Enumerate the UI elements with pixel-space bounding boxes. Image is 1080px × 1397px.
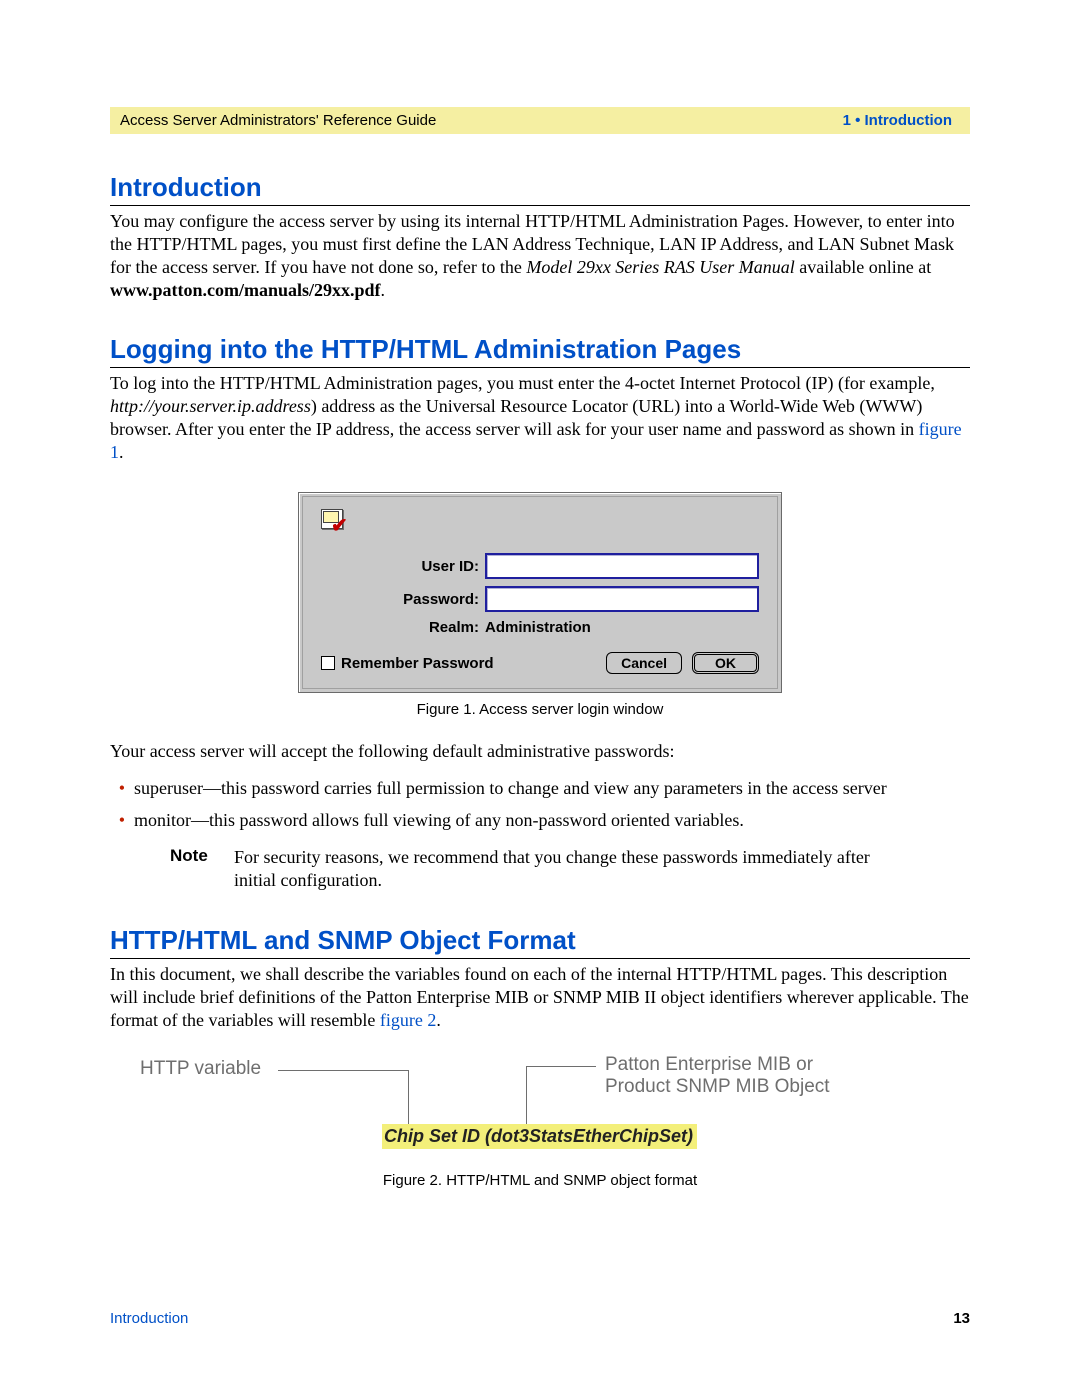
security-note: Note For security reasons, we recommend … xyxy=(170,846,970,893)
http-variable-label: HTTP variable xyxy=(140,1058,261,1080)
user-id-input[interactable] xyxy=(485,553,759,579)
heading-rule xyxy=(110,958,970,959)
connector-line xyxy=(526,1066,596,1067)
user-id-label: User ID: xyxy=(321,558,485,575)
connector-line xyxy=(278,1070,408,1071)
remember-password-label: Remember Password xyxy=(341,655,494,672)
list-item: monitor—this password allows full viewin… xyxy=(134,809,970,832)
figure-2: HTTP variable Patton Enterprise MIB or P… xyxy=(110,1054,970,1164)
default-passwords-intro: Your access server will accept the follo… xyxy=(110,740,970,763)
intro-italic: Model 29xx Series RAS User Manual xyxy=(526,257,794,277)
login-italic-url: http://your.server.ip.address xyxy=(110,396,311,416)
realm-value: Administration xyxy=(485,619,591,636)
snmp-text-b: . xyxy=(436,1010,441,1030)
page-footer: Introduction 13 xyxy=(110,1310,970,1327)
checkbox-icon xyxy=(321,656,335,670)
intro-text-b: available online at xyxy=(795,257,931,277)
password-label: Password: xyxy=(321,591,485,608)
connector-line xyxy=(408,1070,409,1126)
heading-rule xyxy=(110,205,970,206)
mib-variable-example: Chip Set ID (dot3StatsEtherChipSet) xyxy=(382,1124,697,1149)
remember-password-checkbox[interactable]: Remember Password xyxy=(321,655,494,672)
mib-object-label-line2: Product SNMP MIB Object xyxy=(605,1076,830,1097)
login-text-a: To log into the HTTP/HTML Administration… xyxy=(110,373,935,393)
footer-section: Introduction xyxy=(110,1310,188,1327)
mib-object-label-line1: Patton Enterprise MIB or xyxy=(605,1054,813,1075)
connector-line xyxy=(526,1066,527,1126)
heading-rule xyxy=(110,367,970,368)
header-chapter: 1 • Introduction xyxy=(843,112,952,129)
page-number: 13 xyxy=(953,1310,970,1327)
list-item: superuser—this password carries full per… xyxy=(134,777,970,800)
header-doc-title: Access Server Administrators' Reference … xyxy=(120,112,436,129)
default-passwords-list: superuser—this password carries full per… xyxy=(110,777,970,832)
heading-logging-in: Logging into the HTTP/HTML Administratio… xyxy=(110,334,970,365)
password-input[interactable] xyxy=(485,586,759,612)
figure-1: ✔ User ID: Password: Realm: Administrati… xyxy=(110,492,970,693)
mib-object-label: Patton Enterprise MIB or Product SNMP MI… xyxy=(605,1054,830,1098)
credentials-icon: ✔ xyxy=(321,509,349,531)
page-header: Access Server Administrators' Reference … xyxy=(110,107,970,134)
login-paragraph: To log into the HTTP/HTML Administration… xyxy=(110,372,970,464)
figure-1-caption: Figure 1. Access server login window xyxy=(110,701,970,718)
note-body: For security reasons, we recommend that … xyxy=(234,846,874,893)
figure-2-caption: Figure 2. HTTP/HTML and SNMP object form… xyxy=(110,1172,970,1189)
note-label: Note xyxy=(170,846,234,893)
figure2-link[interactable]: figure 2 xyxy=(380,1010,436,1030)
intro-text-c: . xyxy=(381,280,386,300)
snmp-text-a: In this document, we shall describe the … xyxy=(110,964,969,1030)
login-dialog: ✔ User ID: Password: Realm: Administrati… xyxy=(298,492,782,693)
intro-bold-url: www.patton.com/manuals/29xx.pdf xyxy=(110,280,381,300)
document-page: Access Server Administrators' Reference … xyxy=(0,0,1080,1397)
heading-snmp-format: HTTP/HTML and SNMP Object Format xyxy=(110,925,970,956)
login-text-c: . xyxy=(119,442,124,462)
realm-label: Realm: xyxy=(321,619,485,636)
ok-button[interactable]: OK xyxy=(692,652,759,674)
heading-introduction: Introduction xyxy=(110,172,970,203)
snmp-paragraph: In this document, we shall describe the … xyxy=(110,963,970,1032)
cancel-button[interactable]: Cancel xyxy=(606,652,682,674)
intro-paragraph: You may configure the access server by u… xyxy=(110,210,970,302)
